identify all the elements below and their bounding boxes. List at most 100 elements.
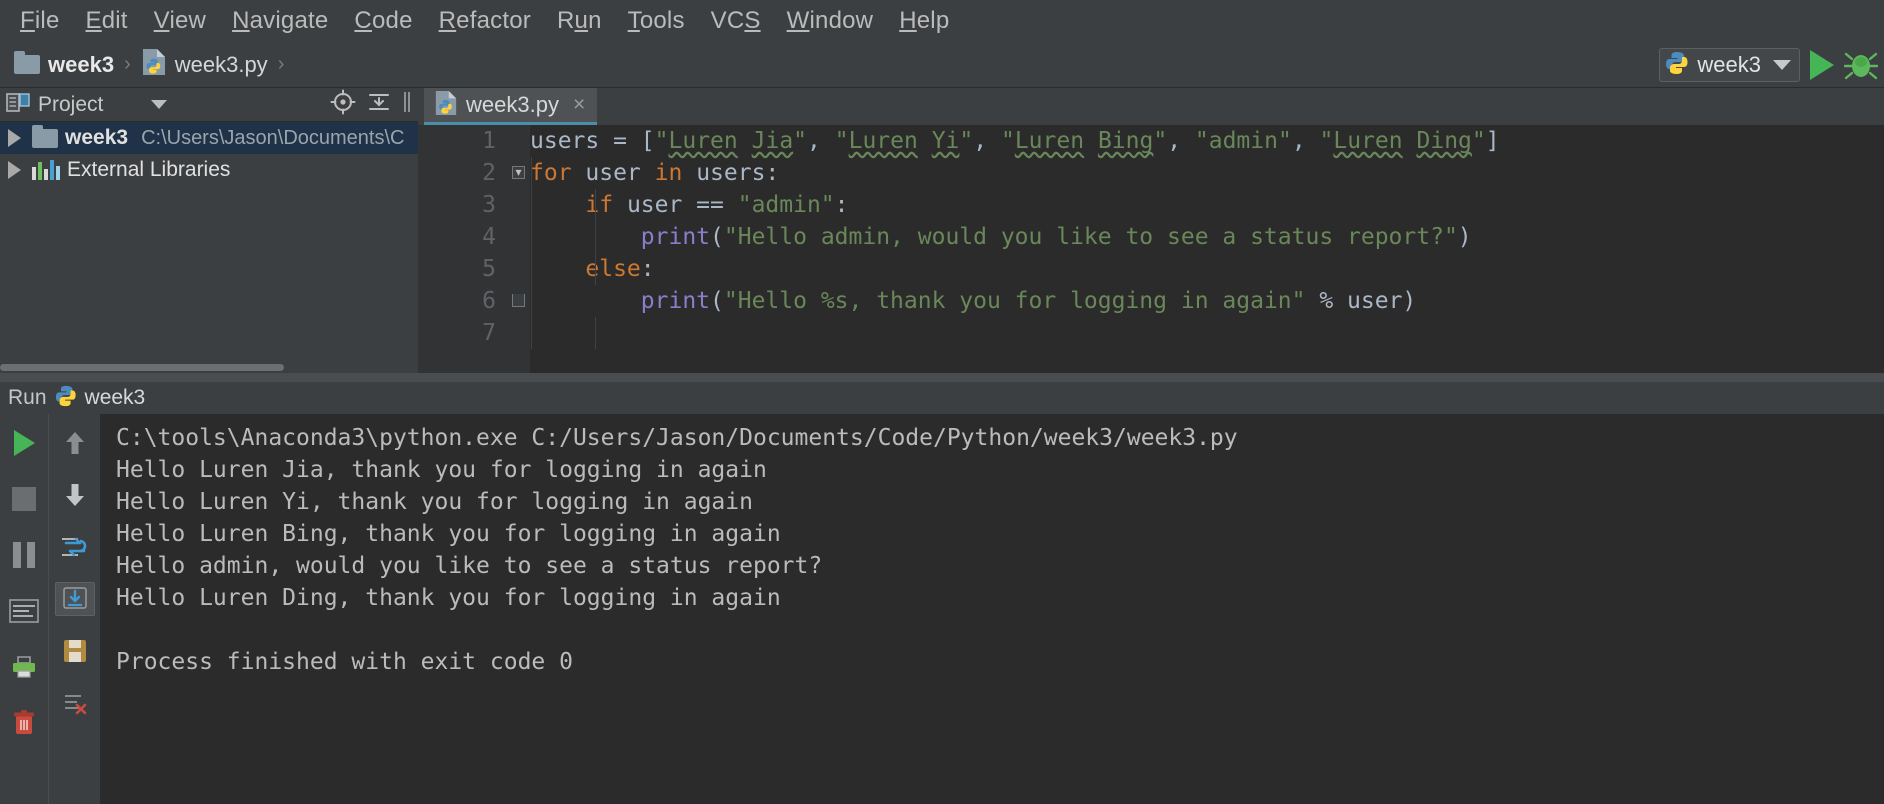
code-token: users xyxy=(530,128,614,154)
code-token: "Hello admin, would you like to see a st… xyxy=(723,224,1458,250)
code-folding-strip[interactable]: ▾ xyxy=(508,125,530,373)
code-token: in xyxy=(654,160,683,186)
menu-item-window[interactable]: Window xyxy=(775,5,886,37)
menu-item-tools[interactable]: Tools xyxy=(616,5,697,37)
run-button[interactable] xyxy=(1810,50,1834,80)
code-editor[interactable]: 1234567 ▾ users = ["Luren Jia", "Luren Y… xyxy=(418,125,1884,373)
code-line[interactable]: print("Hello admin, would you like to se… xyxy=(530,221,1884,253)
code-line[interactable]: users = ["Luren Jia", "Luren Yi", "Luren… xyxy=(530,125,1884,157)
down-arrow-icon[interactable] xyxy=(55,478,95,512)
editor-run-splitter[interactable] xyxy=(0,373,1884,382)
code-token: [ xyxy=(640,128,655,154)
chevron-down-icon[interactable] xyxy=(1773,60,1791,70)
code-content[interactable]: users = ["Luren Jia", "Luren Yi", "Luren… xyxy=(530,125,1884,373)
code-token: , xyxy=(1291,128,1320,154)
compare-icon[interactable] xyxy=(55,530,95,564)
tab-label: week3.py xyxy=(466,92,559,117)
scroll-to-end-icon[interactable] xyxy=(54,582,95,616)
soft-wrap-icon[interactable] xyxy=(4,594,44,628)
console-line: Process finished with exit code 0 xyxy=(116,649,573,675)
debug-button[interactable] xyxy=(1844,49,1878,81)
code-token: , xyxy=(973,128,1001,154)
code-token: user == xyxy=(613,192,738,218)
hide-panel-icon[interactable] xyxy=(402,89,412,120)
run-configuration-label: week3 xyxy=(1697,52,1761,77)
clear-all-icon[interactable] xyxy=(55,686,95,720)
python-file-icon xyxy=(434,90,458,121)
breadcrumb-week3[interactable]: week3 xyxy=(14,51,115,78)
scrollbar-thumb[interactable] xyxy=(0,364,284,371)
stop-icon[interactable] xyxy=(4,482,44,516)
folder-icon xyxy=(32,124,58,148)
trash-icon[interactable] xyxy=(4,706,44,740)
menu-item-edit[interactable]: Edit xyxy=(74,5,140,37)
project-panel-title: Project xyxy=(38,92,104,116)
code-token: = xyxy=(613,128,641,154)
fold-marker-collapse[interactable]: ▾ xyxy=(512,166,525,179)
breadcrumb-label: week3.py xyxy=(174,51,268,77)
run-configuration-selector[interactable]: week3 xyxy=(1659,48,1800,82)
chevron-down-icon[interactable] xyxy=(151,100,168,109)
tree-item-label: External Libraries xyxy=(67,158,231,181)
menu-item-vcs[interactable]: VCS xyxy=(699,5,773,37)
menu-item-file[interactable]: File xyxy=(8,5,72,37)
chevron-right-icon[interactable] xyxy=(8,129,21,147)
tree-item-external-libraries[interactable]: External Libraries xyxy=(0,154,418,186)
run-toolbar-right xyxy=(48,414,100,804)
breadcrumb-week3-py[interactable]: week3.py xyxy=(141,48,268,81)
breadcrumb-separator-2: › xyxy=(277,53,285,75)
project-tree[interactable]: week3 C:\Users\Jason\Documents\C Externa… xyxy=(0,122,418,362)
python-icon xyxy=(1665,51,1689,80)
code-token: : xyxy=(640,256,655,282)
line-number: 1 xyxy=(482,128,496,154)
menu-item-run[interactable]: Run xyxy=(545,5,614,37)
console-line: Hello Luren Jia, thank you for logging i… xyxy=(116,457,767,483)
project-horizontal-scrollbar[interactable] xyxy=(0,363,418,372)
menu-item-navigate[interactable]: Navigate xyxy=(220,5,340,37)
code-token: else xyxy=(585,256,641,282)
menu-item-help[interactable]: Help xyxy=(887,5,961,37)
run-toolbar-left xyxy=(0,414,48,804)
console-line: Hello admin, would you like to see a sta… xyxy=(116,553,823,579)
tree-item-week3[interactable]: week3 C:\Users\Jason\Documents\C xyxy=(0,122,418,154)
menu-item-code[interactable]: Code xyxy=(342,5,424,37)
code-token: users: xyxy=(682,160,780,186)
code-token: " xyxy=(654,128,669,154)
editor-gutter[interactable]: 1 2 3 4 5 6 7 xyxy=(418,125,508,373)
locate-icon[interactable] xyxy=(330,89,356,120)
menu-item-view[interactable]: View xyxy=(142,5,218,37)
menu-item-refactor[interactable]: Refactor xyxy=(427,5,543,37)
code-token: ) xyxy=(1457,224,1472,250)
run-tool-window-config: week3 xyxy=(84,386,146,409)
code-token: : xyxy=(834,192,849,218)
code-line[interactable] xyxy=(530,317,1884,349)
run-console-output[interactable]: C:\tools\Anaconda3\python.exe C:/Users/J… xyxy=(100,414,1884,804)
fold-marker-end[interactable] xyxy=(512,294,525,307)
collapse-all-icon[interactable] xyxy=(366,89,392,120)
close-icon[interactable]: × xyxy=(573,93,585,117)
code-line[interactable]: if user == "admin": xyxy=(530,189,1884,221)
code-line[interactable]: else: xyxy=(530,253,1884,285)
breadcrumb-label: week3 xyxy=(48,51,115,77)
tab-week3-py[interactable]: week3.py × xyxy=(424,88,598,125)
code-token: "admin" xyxy=(737,192,835,218)
print-icon[interactable] xyxy=(4,650,44,684)
code-token: Luren xyxy=(1333,128,1403,154)
line-number: 7 xyxy=(482,320,496,346)
pause-icon[interactable] xyxy=(4,538,44,572)
up-arrow-icon[interactable] xyxy=(55,426,95,460)
code-line[interactable]: print("Hello %s, thank you for logging i… xyxy=(530,285,1884,317)
console-line: Hello Luren Bing, thank you for logging … xyxy=(116,521,781,547)
toolbar-right: week3 xyxy=(1659,42,1878,88)
chevron-right-icon[interactable] xyxy=(8,161,21,179)
code-line[interactable]: for user in users: xyxy=(530,157,1884,189)
save-console-icon[interactable] xyxy=(55,634,95,668)
run-tool-window-title: Run xyxy=(8,386,47,409)
code-token: % user) xyxy=(1305,288,1417,314)
rerun-icon[interactable] xyxy=(4,426,44,460)
indent-guide xyxy=(595,317,596,349)
